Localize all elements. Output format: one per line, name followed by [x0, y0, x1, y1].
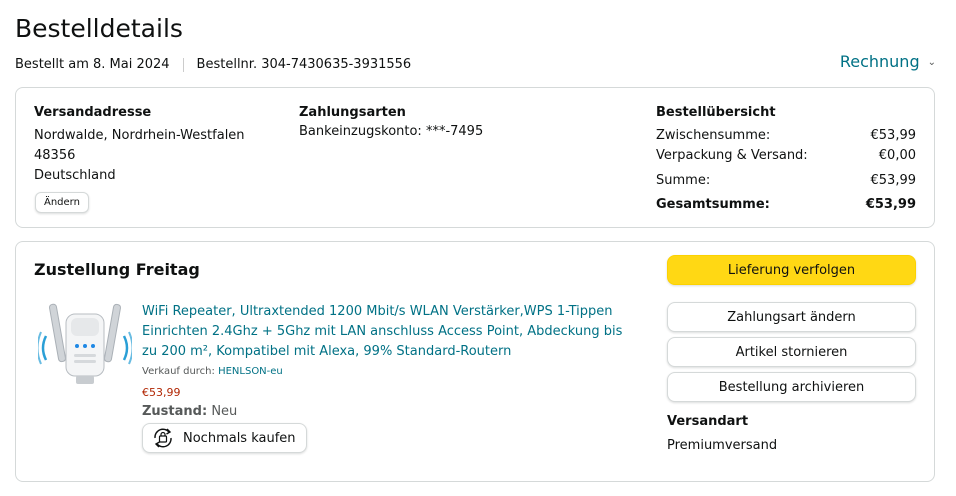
seller-prefix: Verkauf durch:	[142, 366, 215, 377]
summary-value: €53,99	[870, 173, 917, 188]
overview-title: Bestellübersicht	[656, 105, 776, 120]
address-line: Deutschland	[34, 168, 116, 183]
address-line: Nordwalde, Nordrhein-Westfalen	[34, 128, 245, 143]
address-line: 48356	[34, 148, 76, 163]
order-summary-card: Versandadresse Nordwalde, Nordrhein-West…	[15, 87, 935, 228]
order-number: Bestellnr. 304-7430635-3931556	[196, 57, 412, 72]
invoice-dropdown[interactable]: Rechnung ⌄	[840, 52, 936, 71]
summary-value: €53,99	[865, 197, 916, 212]
chevron-down-icon: ⌄	[927, 57, 936, 68]
shipping-method-value: Premiumversand	[667, 438, 778, 453]
buy-again-button[interactable]: Nochmals kaufen	[142, 423, 307, 453]
change-address-button[interactable]: Ändern	[35, 192, 89, 213]
seller-info: Verkauf durch: HENLSON-eu	[142, 366, 283, 377]
buy-again-icon	[154, 428, 172, 448]
order-date: Bestellt am 8. Mai 2024	[15, 57, 170, 72]
invoice-label: Rechnung	[839, 52, 920, 71]
condition-label: Zustand:	[142, 404, 208, 419]
summary-label: Verpackung & Versand:	[656, 148, 808, 163]
summary-label: Summe:	[656, 173, 711, 188]
buy-again-label: Nochmals kaufen	[183, 430, 296, 446]
seller-link[interactable]: HENLSON-eu	[218, 366, 283, 377]
summary-value: €53,99	[870, 128, 917, 143]
summary-row-sum: Summe: €53,99	[656, 173, 916, 188]
delivery-card: Zustellung Freitag WiFi Repeater, Ultrax…	[15, 241, 935, 482]
product-condition: Zustand: Neu	[142, 404, 237, 419]
shipping-method-title: Versandart	[667, 414, 749, 429]
page-title: Bestelldetails	[15, 14, 183, 43]
archive-order-button[interactable]: Bestellung archivieren	[667, 372, 916, 402]
cancel-item-button[interactable]: Artikel stornieren	[667, 337, 916, 367]
shipping-address-title: Versandadresse	[34, 105, 152, 120]
payment-method: Bankeinzugskonto: ***-7495	[299, 124, 484, 139]
change-payment-button[interactable]: Zahlungsart ändern	[667, 302, 916, 332]
summary-label: Gesamtsumme:	[656, 197, 770, 212]
summary-label: Zwischensumme:	[656, 128, 771, 143]
summary-value: €0,00	[878, 148, 916, 163]
meta-divider	[182, 57, 184, 72]
summary-row-shipping: Verpackung & Versand: €0,00	[656, 148, 916, 163]
delivery-title: Zustellung Freitag	[34, 260, 200, 279]
payment-title: Zahlungsarten	[299, 105, 406, 120]
product-title-link[interactable]: WiFi Repeater, Ultraxtended 1200 Mbit/s …	[142, 302, 632, 362]
product-price: €53,99	[142, 386, 181, 399]
track-delivery-button[interactable]: Lieferung verfolgen	[667, 255, 916, 285]
product-image[interactable]	[36, 298, 134, 390]
order-meta: Bestellt am 8. Mai 2024 Bestellnr. 304-7…	[15, 57, 411, 72]
summary-row-total: Gesamtsumme: €53,99	[656, 197, 916, 212]
condition-value: Neu	[211, 404, 238, 419]
summary-row-subtotal: Zwischensumme: €53,99	[656, 128, 916, 143]
